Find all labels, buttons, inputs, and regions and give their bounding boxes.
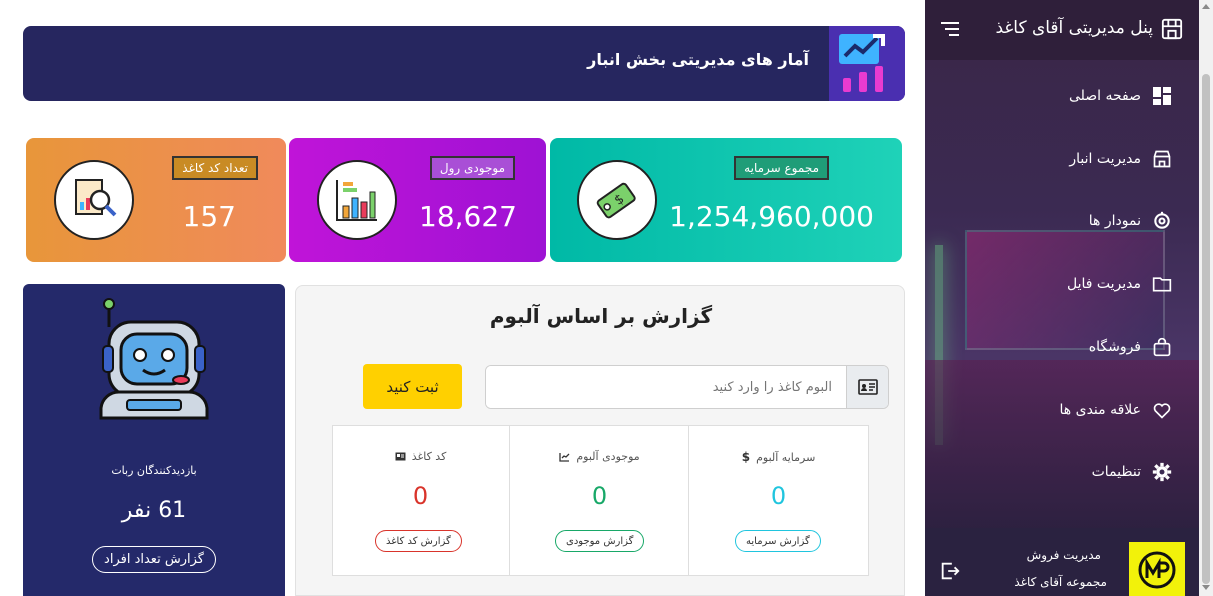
sidebar-item-label: تنظیمات xyxy=(1091,464,1141,480)
sidebar: پنل مدیریتی آقای کاغذ صفحه اصلی مدیریت ا… xyxy=(925,0,1199,596)
stat-label: موجودی آلبوم xyxy=(576,450,640,463)
album-report-panel: گزارش بر اساس آلبوم ثبت کنید $ سرمایه آل… xyxy=(295,285,905,596)
footer-subtitle: مجموعه آقای کاغذ xyxy=(1014,575,1107,589)
dollar-icon: $ xyxy=(741,450,751,464)
report-title: گزارش بر اساس آلبوم xyxy=(489,304,713,328)
growth-chart-icon xyxy=(829,26,905,101)
scroll-up-arrow-icon[interactable] xyxy=(1202,4,1210,9)
card-value: 18,627 xyxy=(419,200,517,233)
sidebar-item-label: مدیریت فایل xyxy=(1066,276,1141,292)
scroll-down-arrow-icon[interactable] xyxy=(1202,585,1210,590)
robot-visitors-panel: بازدیدکنندگان ربات 61 نفر گزارش تعداد اف… xyxy=(23,284,285,596)
chart-ring-icon xyxy=(1151,210,1173,232)
stat-album-capital: $ سرمایه آلبوم 0 گزارش سرمایه xyxy=(689,426,868,575)
brand-logo xyxy=(1129,542,1185,596)
sidebar-item-warehouse[interactable]: مدیریت انبار xyxy=(1069,145,1173,173)
store-logo-icon xyxy=(1161,18,1183,40)
stat-label: کد کاغذ xyxy=(411,450,447,463)
logout-icon[interactable] xyxy=(939,560,961,582)
card-value: 157 xyxy=(182,200,236,233)
banner-title: آمار های مدیریتی بخش انبار xyxy=(587,50,809,69)
sidebar-item-home[interactable]: صفحه اصلی xyxy=(1069,82,1173,110)
bar-chart-icon xyxy=(317,160,397,240)
visitors-report-button[interactable]: گزارش تعداد افراد xyxy=(92,546,216,573)
gear-icon xyxy=(1151,461,1173,483)
card-value: 1,254,960,000 xyxy=(669,200,874,233)
sidebar-item-charts[interactable]: نمودار ها xyxy=(1089,207,1173,235)
stat-paper-code: کد کاغذ 0 گزارش کد کاغذ xyxy=(331,426,510,575)
scroll-thumb[interactable] xyxy=(1202,74,1210,584)
card-roll-stock: موجودی رول 18,627 xyxy=(289,138,546,262)
sidebar-item-label: علاقه مندی ها xyxy=(1059,402,1141,418)
store-icon xyxy=(1151,148,1173,170)
heart-icon xyxy=(1151,399,1173,421)
id-card-icon xyxy=(395,452,406,461)
footer-title: مدیریت فروش xyxy=(1026,548,1101,562)
card-paper-codes: تعداد کد کاغذ 157 xyxy=(26,138,286,262)
sidebar-header: پنل مدیریتی آقای کاغذ xyxy=(925,0,1199,60)
sidebar-item-shop[interactable]: فروشگاه xyxy=(1089,333,1173,361)
menu-toggle-icon[interactable] xyxy=(941,21,959,37)
stat-album-stock: موجودی آلبوم 0 گزارش موجودی xyxy=(510,426,689,575)
line-chart-icon xyxy=(559,452,570,462)
robot-avatar-icon xyxy=(99,298,209,420)
stock-report-button[interactable]: گزارش موجودی xyxy=(555,530,645,552)
stats-banner: آمار های مدیریتی بخش انبار xyxy=(23,26,905,101)
visitors-caption: بازدیدکنندگان ربات xyxy=(111,464,197,477)
stat-value: 0 xyxy=(770,482,787,510)
background-desk-image xyxy=(925,360,1199,530)
sidebar-item-label: صفحه اصلی xyxy=(1068,88,1141,104)
sidebar-item-files[interactable]: مدیریت فایل xyxy=(1067,270,1173,298)
capital-report-button[interactable]: گزارش سرمایه xyxy=(735,530,821,552)
sidebar-item-label: مدیریت انبار xyxy=(1069,151,1141,167)
card-label: تعداد کد کاغذ xyxy=(172,156,258,180)
stat-label: سرمایه آلبوم xyxy=(756,450,816,464)
price-tag-icon: $ xyxy=(577,160,657,240)
card-total-capital: مجموع سرمایه 1,254,960,000 $ xyxy=(550,138,902,262)
sidebar-footer: مدیریت فروش مجموعه آقای کاغذ xyxy=(925,528,1199,596)
shopping-bag-icon xyxy=(1151,336,1173,358)
album-search-input[interactable] xyxy=(486,366,846,408)
card-label: مجموع سرمایه xyxy=(734,156,829,180)
sidebar-item-label: نمودار ها xyxy=(1088,213,1141,229)
stat-header: کد کاغذ xyxy=(331,450,510,463)
stat-header: $ سرمایه آلبوم xyxy=(689,450,868,464)
stat-value: 0 xyxy=(591,482,608,510)
page-scrollbar[interactable] xyxy=(1199,0,1213,596)
card-label: موجودی رول xyxy=(429,156,515,180)
dashboard-grid-icon xyxy=(1151,85,1173,107)
folder-icon xyxy=(1151,273,1173,295)
sidebar-item-favorites[interactable]: علاقه مندی ها xyxy=(1060,396,1173,424)
stat-value: 0 xyxy=(412,482,429,510)
paper-code-report-button[interactable]: گزارش کد کاغذ xyxy=(375,530,462,552)
report-search-icon xyxy=(54,160,134,240)
album-input-group xyxy=(485,365,889,409)
visitors-count: 61 نفر xyxy=(121,498,187,523)
submit-button[interactable]: ثبت کنید xyxy=(363,364,462,409)
id-card-icon xyxy=(846,366,888,408)
sidebar-title: پنل مدیریتی آقای کاغذ xyxy=(995,18,1153,38)
sidebar-item-label: فروشگاه xyxy=(1088,339,1141,355)
album-stats-box: $ سرمایه آلبوم 0 گزارش سرمایه موجودی آلب… xyxy=(332,425,869,576)
stat-header: موجودی آلبوم xyxy=(510,450,689,463)
sidebar-item-settings[interactable]: تنظیمات xyxy=(1092,458,1173,486)
